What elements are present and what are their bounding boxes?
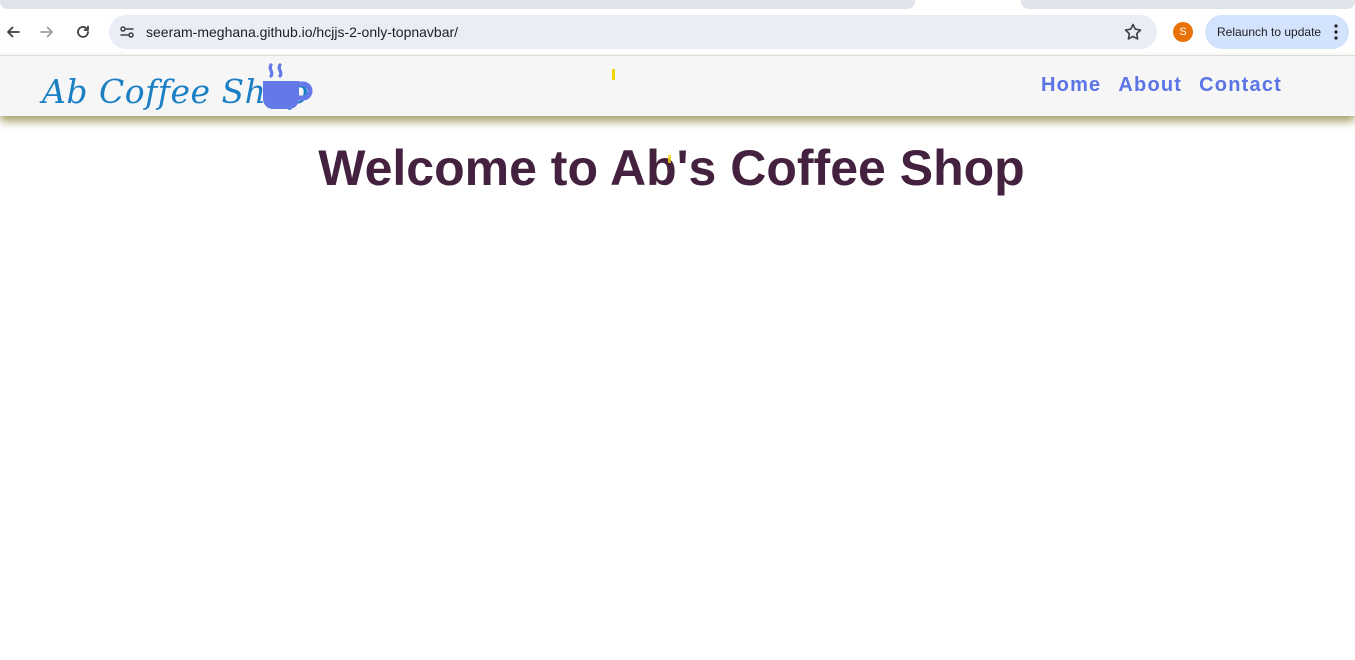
profile-avatar[interactable]: S bbox=[1173, 22, 1193, 42]
decorative-mark bbox=[612, 69, 615, 80]
tab-strip bbox=[0, 0, 1355, 9]
decorative-mark bbox=[668, 155, 671, 163]
url-text[interactable]: seeram-meghana.github.io/hcjjs-2-only-to… bbox=[146, 24, 458, 40]
browser-toolbar: seeram-meghana.github.io/hcjjs-2-only-to… bbox=[0, 9, 1355, 56]
nav-link-contact[interactable]: Contact bbox=[1199, 74, 1282, 97]
back-button[interactable] bbox=[0, 19, 26, 45]
browser-tab[interactable] bbox=[1021, 0, 1355, 9]
relaunch-label: Relaunch to update bbox=[1217, 25, 1322, 39]
arrow-left-icon bbox=[7, 26, 20, 38]
address-bar[interactable]: seeram-meghana.github.io/hcjjs-2-only-to… bbox=[109, 15, 1157, 49]
relaunch-button[interactable]: Relaunch to update bbox=[1205, 15, 1349, 49]
arrow-right-icon bbox=[40, 26, 53, 38]
page-title: Welcome to Ab's Coffee Shop bbox=[318, 140, 1025, 196]
bookmark-star-icon[interactable] bbox=[1123, 22, 1143, 42]
nav-link-about[interactable]: About bbox=[1118, 74, 1182, 97]
reload-icon bbox=[77, 25, 89, 38]
browser-tab[interactable] bbox=[0, 0, 915, 9]
nav-link-home[interactable]: Home bbox=[1041, 74, 1101, 97]
more-vert-icon[interactable] bbox=[1334, 24, 1338, 40]
coffee-cup-icon bbox=[263, 63, 313, 109]
forward-button[interactable] bbox=[34, 19, 60, 45]
reload-button[interactable] bbox=[70, 19, 96, 45]
site-navbar: Ab Coffee Shop Home About Contact bbox=[0, 56, 1355, 116]
nav-links: Home About Contact bbox=[1041, 74, 1282, 97]
site-settings-icon[interactable] bbox=[118, 23, 136, 41]
